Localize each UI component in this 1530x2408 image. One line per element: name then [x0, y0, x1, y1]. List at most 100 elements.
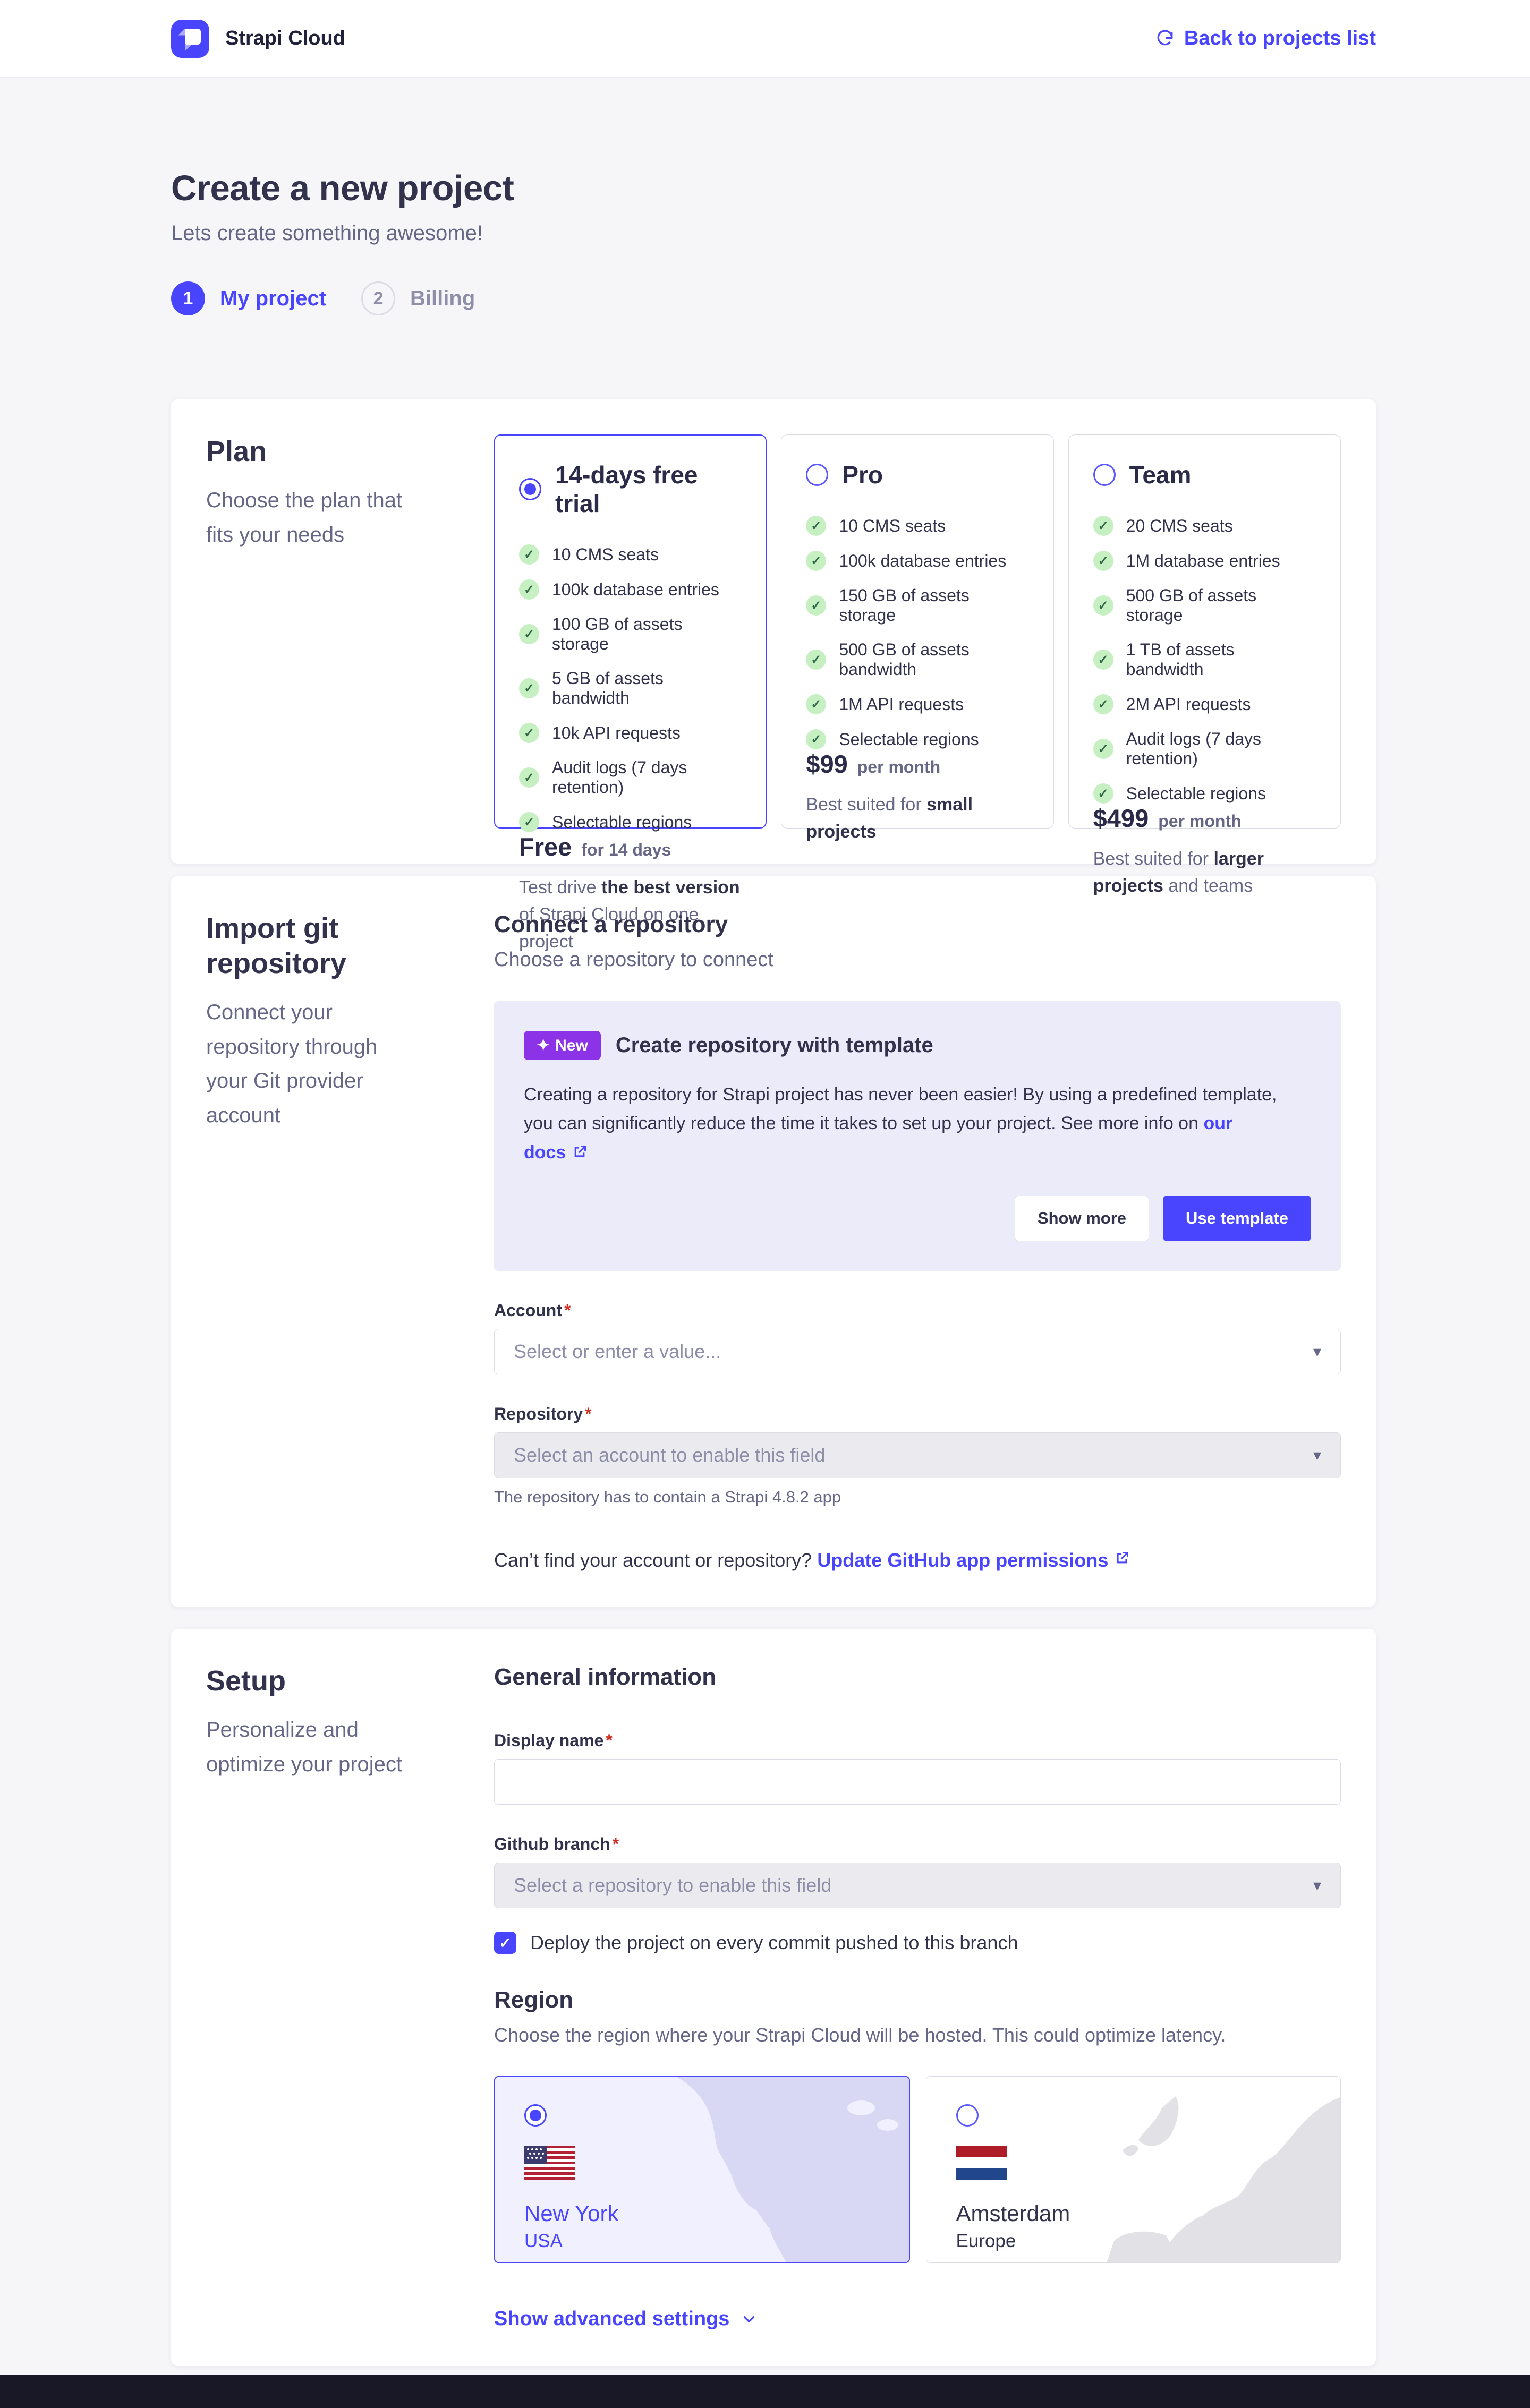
feature-label: 10 CMS seats — [839, 516, 946, 536]
check-icon: ✓ — [519, 723, 539, 743]
feature-label: Audit logs (7 days retention) — [1126, 729, 1316, 768]
setup-section-intro: Setup Personalize and optimize your proj… — [206, 1664, 494, 2330]
github-branch-select[interactable]: Select a repository to enable this field… — [494, 1863, 1341, 1908]
radio-unselected-icon[interactable] — [956, 2104, 979, 2127]
deploy-checkbox-row[interactable]: ✓ Deploy the project on every commit pus… — [494, 1932, 1341, 1954]
blurb-text: Best suited for — [1093, 849, 1214, 869]
feature-label: 10k API requests — [552, 723, 681, 743]
back-to-projects-link[interactable]: Back to projects list — [1155, 27, 1376, 50]
feature-label: 2M API requests — [1126, 695, 1251, 714]
plan-feature: ✓5 GB of assets bandwidth — [519, 669, 742, 708]
back-arrow-icon — [1155, 29, 1175, 48]
top-navbar: Strapi Cloud Back to projects list — [0, 0, 1530, 78]
check-icon: ✓ — [806, 516, 826, 536]
check-icon: ✓ — [1093, 551, 1114, 571]
advanced-link-label: Show advanced settings — [494, 2308, 729, 2330]
plan-feature: ✓ 2M API requests — [1093, 694, 1316, 714]
check-icon: ✓ — [806, 650, 826, 670]
account-select[interactable]: Select or enter a value... ▾ — [494, 1329, 1341, 1374]
use-template-button[interactable]: Use template — [1163, 1196, 1311, 1241]
show-advanced-settings-link[interactable]: Show advanced settings — [494, 2308, 758, 2330]
checkbox-checked-icon[interactable]: ✓ — [494, 1932, 516, 1954]
bottom-footer-strip — [0, 2375, 1530, 2408]
feature-label: 150 GB of assets storage — [839, 586, 1028, 625]
feature-label: Audit logs (7 days retention) — [552, 758, 742, 797]
display-name-input[interactable] — [494, 1759, 1341, 1805]
strapi-logo-icon — [171, 20, 209, 58]
plan-feature: ✓100k database entries — [519, 579, 742, 600]
radio-selected-icon[interactable] — [519, 478, 541, 500]
region-card-amsterdam[interactable]: Amsterdam Europe — [926, 2076, 1341, 2263]
banner-body: Creating a repository for Strapi project… — [524, 1080, 1278, 1169]
new-badge: ✦ New — [524, 1031, 601, 1060]
plan-price: Free — [519, 832, 572, 861]
blurb-text: and teams — [1163, 876, 1253, 896]
region-card-new-york[interactable]: New York USA — [494, 2076, 910, 2263]
repository-select[interactable]: Select an account to enable this field ▾ — [494, 1432, 1341, 1478]
display-name-label-text: Display name — [494, 1731, 604, 1750]
check-icon: ✓ — [519, 624, 539, 644]
blurb-bold: the best version — [601, 877, 740, 898]
banner-title: Create repository with template — [616, 1034, 933, 1057]
feature-label: 1 TB of assets bandwidth — [1126, 640, 1316, 679]
connect-repo-title: Connect a repository — [494, 911, 1341, 938]
plan-card-pro[interactable]: Pro ✓10 CMS seats ✓100k database entries… — [781, 434, 1053, 829]
show-more-button[interactable]: Show more — [1015, 1196, 1149, 1241]
plan-feature: ✓100 GB of assets storage — [519, 614, 742, 654]
feature-label: 100k database entries — [839, 551, 1006, 571]
feature-label: Selectable regions — [552, 813, 692, 832]
plan-feature: ✓1M database entries — [1093, 551, 1316, 571]
account-label-text: Account — [494, 1301, 562, 1320]
step-my-project[interactable]: 1 My project — [171, 281, 326, 315]
plan-price-suffix: per month — [857, 757, 940, 777]
setup-section-description: Personalize and optimize your project — [206, 1713, 424, 1782]
page-title: Create a new project — [171, 168, 1376, 209]
radio-unselected-icon[interactable] — [806, 464, 828, 486]
new-badge-label: New — [555, 1037, 588, 1055]
caret-down-icon: ▾ — [1313, 1343, 1321, 1361]
github-branch-placeholder: Select a repository to enable this field — [514, 1874, 831, 1897]
plan-price-suffix: per month — [1158, 812, 1241, 831]
permissions-row: Can’t find your account or repository? U… — [494, 1549, 1341, 1572]
plan-feature: ✓Selectable regions — [806, 729, 1028, 749]
netherlands-flag-icon — [956, 2146, 1007, 2180]
import-git-section: Import git repository Connect your repos… — [171, 876, 1376, 1607]
feature-label: 100k database entries — [552, 580, 719, 600]
plan-feature: ✓ 10k API requests — [519, 723, 742, 743]
plan-name: 14-days free trial — [555, 460, 742, 518]
setup-section: Setup Personalize and optimize your proj… — [171, 1629, 1376, 2366]
check-icon: ✓ — [1093, 694, 1114, 714]
banner-text: Creating a repository for Strapi project… — [524, 1085, 1277, 1133]
external-link-icon — [1114, 1549, 1130, 1572]
step-billing[interactable]: 2 Billing — [361, 281, 475, 315]
repository-helper: The repository has to contain a Strapi 4… — [494, 1488, 1341, 1507]
feature-label: 500 GB of assets bandwidth — [839, 640, 1028, 679]
radio-selected-icon[interactable] — [524, 2104, 547, 2127]
plan-feature: ✓100k database entries — [806, 551, 1028, 571]
account-placeholder: Select or enter a value... — [514, 1340, 721, 1363]
update-permissions-link[interactable]: Update GitHub app permissions — [817, 1549, 1108, 1572]
plan-price: $99 — [806, 749, 847, 779]
check-icon: ✓ — [519, 767, 539, 788]
feature-label: Selectable regions — [839, 730, 979, 749]
usa-flag-icon — [524, 2146, 575, 2180]
repository-label: Repository* — [494, 1404, 1341, 1424]
step-2-label: Billing — [410, 287, 475, 311]
setup-section-body: General information Display name* Github… — [494, 1664, 1341, 2330]
chevron-down-icon — [740, 2310, 758, 2328]
step-1-dot: 1 — [171, 281, 205, 315]
sparkle-icon: ✦ — [537, 1036, 550, 1055]
plan-card-team[interactable]: Team ✓20 CMS seats ✓1M database entries … — [1068, 434, 1341, 829]
region-title: Region — [494, 1987, 1341, 2013]
region-area: Europe — [956, 2231, 1341, 2252]
radio-unselected-icon[interactable] — [1093, 464, 1116, 486]
feature-label: 10 CMS seats — [552, 545, 659, 565]
plan-card-free-trial[interactable]: 14-days free trial ✓10 CMS seats ✓100k d… — [494, 434, 767, 829]
permissions-text: Can’t find your account or repository? — [494, 1549, 812, 1572]
plan-name: Pro — [842, 460, 883, 489]
plan-feature-list: ✓20 CMS seats ✓1M database entries ✓500 … — [1093, 516, 1316, 804]
plan-section-intro: Plan Choose the plan that fits your need… — [206, 434, 494, 829]
plan-feature: ✓ 150 GB of assets storage — [806, 586, 1028, 625]
check-icon: ✓ — [806, 595, 826, 616]
plan-cards: 14-days free trial ✓10 CMS seats ✓100k d… — [494, 434, 1341, 829]
